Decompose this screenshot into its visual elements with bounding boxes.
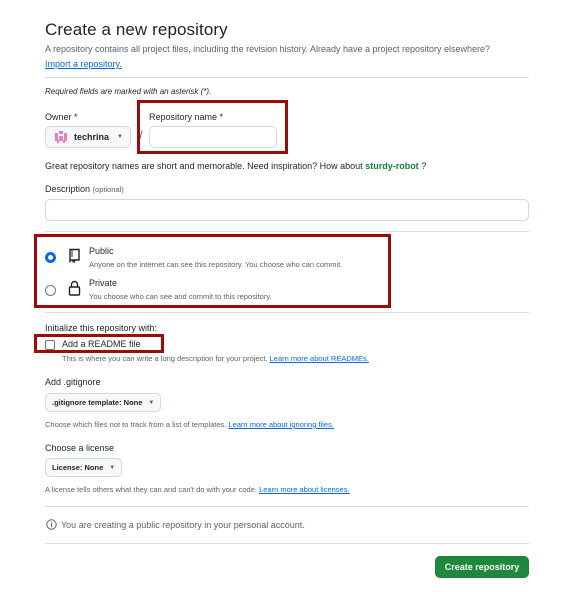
required-note: Required fields are marked with an aster… xyxy=(45,87,212,96)
readme-label[interactable]: Add a README file xyxy=(62,339,141,349)
info-note: You are creating a public repository in … xyxy=(61,520,305,530)
description-label: Description (optional) xyxy=(45,184,124,194)
highlight-repo-name xyxy=(137,100,288,154)
chevron-down-icon: ▼ xyxy=(117,134,123,140)
description-input[interactable] xyxy=(45,199,529,221)
repo-icon xyxy=(69,248,80,263)
license-description: A license tells others what they can and… xyxy=(45,485,350,494)
readme-checkbox[interactable] xyxy=(45,340,55,350)
init-heading: Initialize this repository with: xyxy=(45,323,158,333)
private-label[interactable]: Private xyxy=(89,278,117,288)
owner-dropdown[interactable]: techrina ▼ xyxy=(45,126,131,148)
page-subtitle: A repository contains all project files,… xyxy=(45,44,491,54)
gitignore-learn-more-link[interactable]: Learn more about ignoring files. xyxy=(228,420,333,429)
gitignore-description: Choose which files not to track from a l… xyxy=(45,420,334,429)
gitignore-heading: Add .gitignore xyxy=(45,377,101,387)
divider xyxy=(45,312,529,313)
lock-icon xyxy=(68,280,81,296)
chevron-down-icon: ▼ xyxy=(109,464,116,471)
name-suggestion[interactable]: sturdy-robot xyxy=(365,161,419,171)
repo-name-hint: Great repository names are short and mem… xyxy=(45,161,427,171)
owner-value: techrina xyxy=(74,132,110,142)
license-dropdown[interactable]: License: None ▼ xyxy=(45,458,123,477)
private-description: You choose who can see and commit to thi… xyxy=(89,292,272,301)
divider xyxy=(45,231,529,232)
private-radio[interactable] xyxy=(45,285,56,296)
public-description: Anyone on the internet can see this repo… xyxy=(89,260,343,269)
divider xyxy=(45,543,529,544)
license-heading: Choose a license xyxy=(45,443,115,453)
create-repository-button[interactable]: Create repository xyxy=(435,556,529,578)
divider xyxy=(45,506,529,507)
owner-label: Owner * xyxy=(45,112,78,122)
readme-description: This is where you can write a long descr… xyxy=(62,354,369,363)
readme-learn-more-link[interactable]: Learn more about READMEs. xyxy=(270,354,369,363)
import-repository-link[interactable]: Import a repository. xyxy=(45,59,122,69)
license-learn-more-link[interactable]: Learn more about licenses. xyxy=(259,485,349,494)
page-title: Create a new repository xyxy=(45,20,228,39)
public-label[interactable]: Public xyxy=(89,246,114,256)
public-radio[interactable] xyxy=(45,252,56,263)
divider xyxy=(45,77,529,78)
chevron-down-icon: ▼ xyxy=(148,399,155,406)
gitignore-dropdown[interactable]: .gitignore template: None ▼ xyxy=(45,393,162,412)
info-icon xyxy=(46,519,57,530)
avatar-identicon xyxy=(55,131,67,143)
